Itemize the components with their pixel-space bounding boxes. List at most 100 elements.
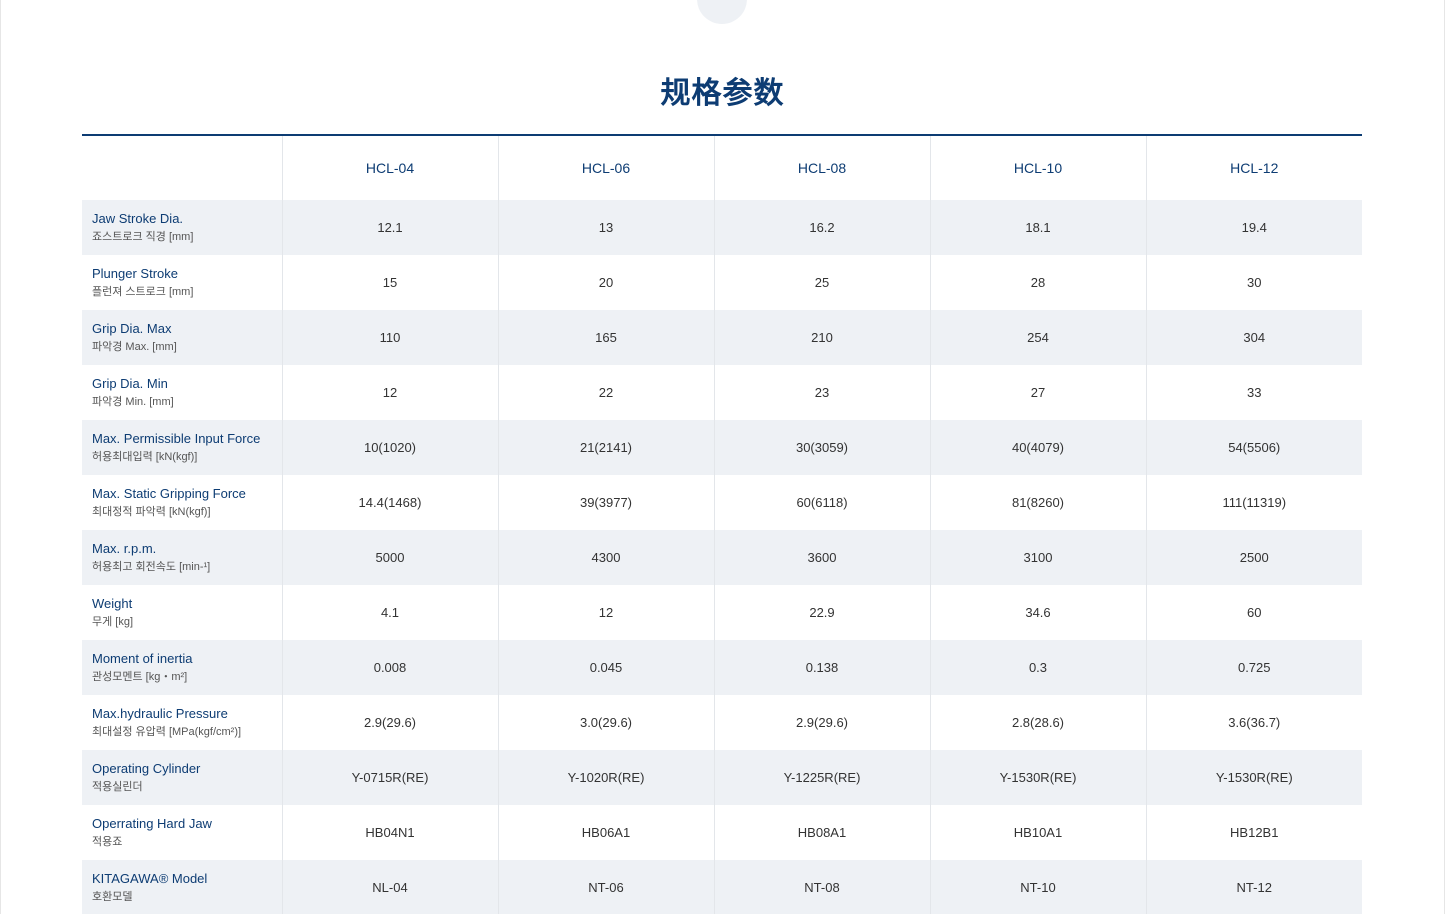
table-row: Grip Dia. Min 파악경 Min. [mm] 12 22 23 27 33: [82, 365, 1362, 420]
table-row: Grip Dia. Max 파악경 Max. [mm] 110 165 210 254 30…: [82, 310, 1362, 365]
table-row: KITAGAWA® Model 호환모델 NL-04 NT-06 NT-08 NT-10 N…: [82, 860, 1362, 914]
value-cell: NT-08: [713, 860, 930, 914]
row-label-en: Operrating Hard Jaw: [92, 815, 212, 831]
row-label-cell: Max. r.p.m. 허용최고 회전속도 [min-¹]: [82, 530, 282, 585]
row-label-cell: Max.hydraulic Pressure 최대설정 유압력 [MPa(kgf/…: [82, 695, 282, 750]
value-cell: 27: [929, 365, 1146, 420]
value-cell: 0.008: [281, 640, 498, 695]
row-label-ko: 플런져 스트로크 [mm]: [92, 285, 194, 298]
row-label-en: Max. r.p.m.: [92, 540, 157, 556]
row-label-ko: 호환모델: [92, 890, 133, 903]
value-cell: 16.2: [713, 200, 930, 255]
column-header: HCL-04: [281, 135, 498, 200]
value-cell: Y-1225R(RE): [713, 750, 930, 805]
row-label-cell: Operrating Hard Jaw 적용죠: [82, 805, 282, 860]
value-cell: HB10A1: [929, 805, 1146, 860]
row-label-ko: 허용최고 회전속도 [min-¹]: [92, 560, 211, 573]
value-cell: HB08A1: [713, 805, 930, 860]
value-cell: 3.0(29.6): [497, 695, 714, 750]
value-cell: 5000: [281, 530, 498, 585]
value-cell: HB04N1: [281, 805, 498, 860]
value-cell: 12.1: [281, 200, 498, 255]
value-cell: 30: [1145, 255, 1362, 310]
row-label-ko: 적용죠: [92, 835, 123, 848]
row-label-cell: Operating Cylinder 적용실린더: [82, 750, 282, 805]
table-row: Operrating Hard Jaw 적용죠 HB04N1 HB06A1 HB08A1…: [82, 805, 1362, 860]
value-cell: 210: [713, 310, 930, 365]
value-cell: 304: [1145, 310, 1362, 365]
value-cell: 25: [713, 255, 930, 310]
value-cell: 12: [281, 365, 498, 420]
value-cell: 0.3: [929, 640, 1146, 695]
value-cell: HB06A1: [497, 805, 714, 860]
value-cell: 2.9(29.6): [713, 695, 930, 750]
row-label-en: Max. Static Gripping Force: [92, 485, 246, 501]
value-cell: 0.138: [713, 640, 930, 695]
value-cell: NT-10: [929, 860, 1146, 914]
value-cell: NT-12: [1145, 860, 1362, 914]
row-label-ko: 최대설정 유압력 [MPa(kgf/cm²)]: [92, 725, 242, 738]
row-label-cell: Grip Dia. Min 파악경 Min. [mm]: [82, 365, 282, 420]
table-row: Max. r.p.m. 허용최고 회전속도 [min-¹] 5000 4300 3600…: [82, 530, 1362, 585]
value-cell: NT-06: [497, 860, 714, 914]
value-cell: 18.1: [929, 200, 1146, 255]
value-cell: NL-04: [281, 860, 498, 914]
row-label-en: Grip Dia. Min: [92, 375, 168, 391]
value-cell: 0.725: [1145, 640, 1362, 695]
row-label-ko: 무게 [kg]: [92, 615, 134, 628]
table-row: Max. Permissible Input Force 허용최대입력 [kN(k…: [82, 420, 1362, 475]
value-cell: 165: [497, 310, 714, 365]
value-cell: 12: [497, 585, 714, 640]
row-label-en: Weight: [92, 595, 133, 611]
value-cell: 0.045: [497, 640, 714, 695]
value-cell: 20: [497, 255, 714, 310]
row-label-en: Jaw Stroke Dia.: [92, 210, 184, 226]
value-cell: 22.9: [713, 585, 930, 640]
value-cell: 30(3059): [713, 420, 930, 475]
row-label-en: Max.hydraulic Pressure: [92, 705, 228, 721]
row-label-en: KITAGAWA® Model: [92, 870, 208, 886]
page: 规格参数 HCL-04 HCL-06 HCL-08 HCL-10 HCL-12 …: [0, 0, 1445, 914]
value-cell: 4.1: [281, 585, 498, 640]
row-label-ko: 죠스트로크 직경 [mm]: [92, 230, 194, 243]
table-row: Max. Static Gripping Force 최대정적 파악력 [kN(k…: [82, 475, 1362, 530]
page-title: 规格参数: [660, 77, 785, 110]
value-cell: 2.8(28.6): [929, 695, 1146, 750]
scroll-top-circle[interactable]: [697, 0, 747, 24]
value-cell: HB12B1: [1145, 805, 1362, 860]
row-label-cell: Jaw Stroke Dia. 죠스트로크 직경 [mm]: [82, 200, 282, 255]
table-row: Weight 무게 [kg] 4.1 12 22.9 34.6 60: [82, 585, 1362, 640]
column-header: HCL-06: [497, 135, 714, 200]
value-cell: Y-1020R(RE): [497, 750, 714, 805]
value-cell: 13: [497, 200, 714, 255]
value-cell: Y-0715R(RE): [281, 750, 498, 805]
value-cell: 34.6: [929, 585, 1146, 640]
row-label-ko: 파악경 Max. [mm]: [92, 340, 177, 353]
table-row: Operating Cylinder 적용실린더 Y-0715R(RE) Y-1020…: [82, 750, 1362, 805]
value-cell: 254: [929, 310, 1146, 365]
column-header: HCL-08: [713, 135, 930, 200]
value-cell: 110: [281, 310, 498, 365]
table-row: Moment of inertia 관성모멘트 [kg・m²] 0.008 0.045…: [82, 640, 1362, 695]
table-row: Max.hydraulic Pressure 최대설정 유압력 [MPa(kgf/…: [82, 695, 1362, 750]
value-cell: 39(3977): [497, 475, 714, 530]
row-label-en: Plunger Stroke: [92, 265, 178, 281]
value-cell: 14.4(1468): [281, 475, 498, 530]
value-cell: 4300: [497, 530, 714, 585]
value-cell: 21(2141): [497, 420, 714, 475]
value-cell: 10(1020): [281, 420, 498, 475]
row-label-ko: 허용최대입력 [kN(kgf)]: [92, 450, 198, 463]
column-header: HCL-12: [1145, 135, 1362, 200]
value-cell: 111(11319): [1145, 475, 1362, 530]
value-cell: 28: [929, 255, 1146, 310]
value-cell: Y-1530R(RE): [929, 750, 1146, 805]
row-label-en: Moment of inertia: [92, 650, 193, 666]
row-label-ko: 최대정적 파악력 [kN(kgf)]: [92, 505, 211, 518]
row-label-en: Grip Dia. Max: [92, 320, 172, 336]
row-label-ko: 관성모멘트 [kg・m²]: [92, 670, 188, 683]
table-row: Jaw Stroke Dia. 죠스트로크 직경 [mm] 12.1 13 16.2 18…: [82, 200, 1362, 255]
value-cell: 2500: [1145, 530, 1362, 585]
value-cell: 40(4079): [929, 420, 1146, 475]
value-cell: 60: [1145, 585, 1362, 640]
value-cell: 23: [713, 365, 930, 420]
